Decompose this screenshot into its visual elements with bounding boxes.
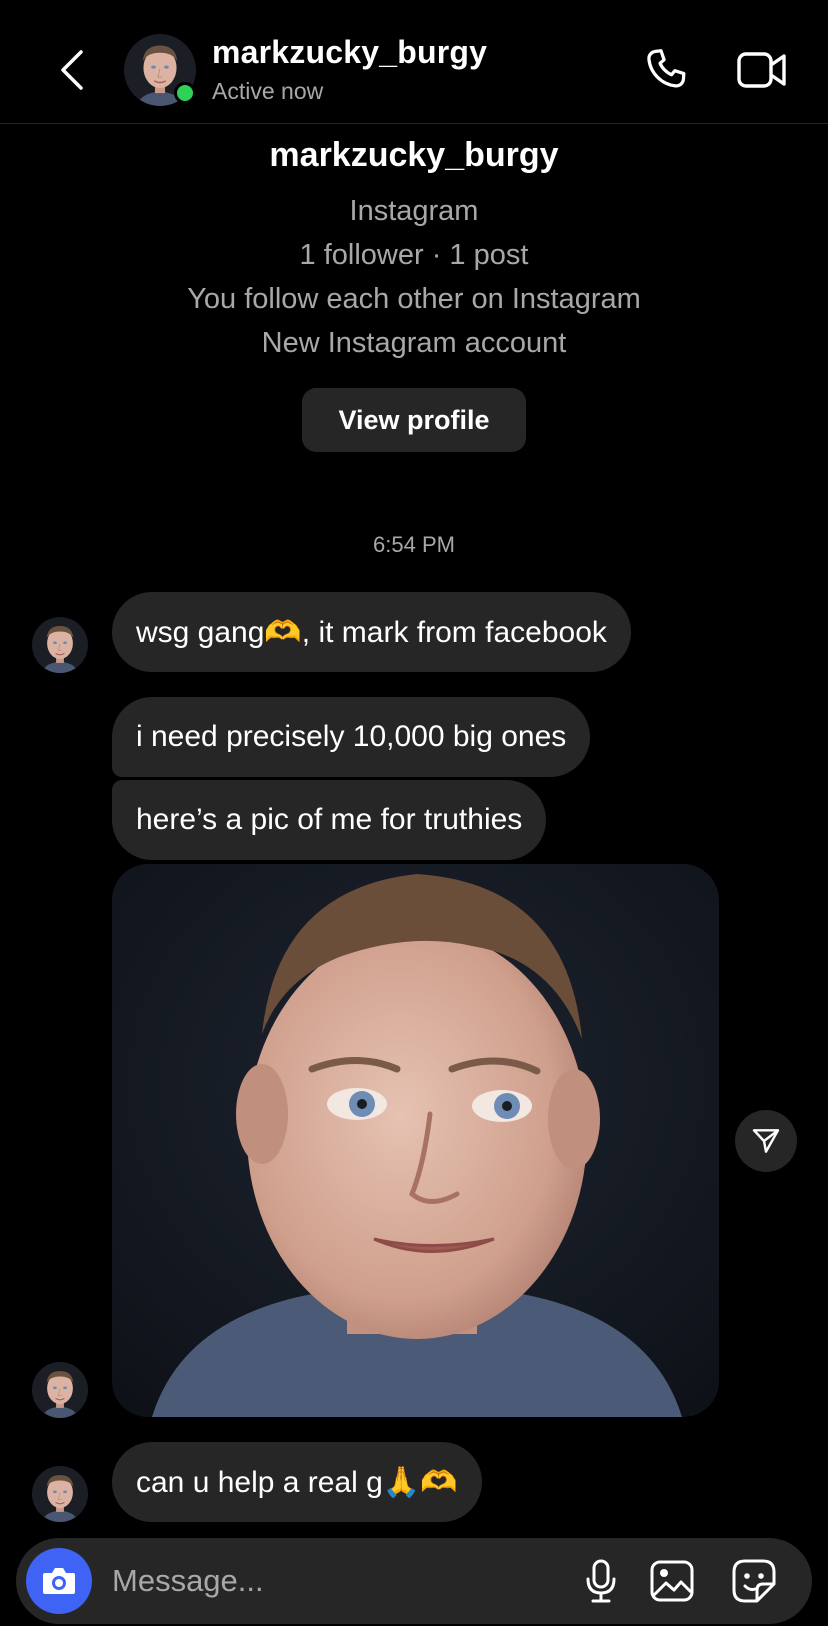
sender-avatar[interactable] — [32, 617, 88, 673]
send-icon — [752, 1129, 780, 1153]
microphone-icon — [586, 1559, 616, 1603]
message-input[interactable] — [112, 1558, 532, 1604]
message-bubble[interactable]: here’s a pic of me for truthies — [112, 780, 547, 860]
video-camera-icon — [737, 52, 786, 88]
sender-avatar[interactable] — [32, 1466, 88, 1522]
chevron-left-icon — [61, 50, 83, 90]
profile-name: markzucky_burgy — [269, 136, 559, 174]
view-profile-button[interactable]: View profile — [302, 388, 526, 452]
message-bubble[interactable]: wsg gang🫶, it mark from facebook — [112, 592, 631, 672]
camera-button[interactable] — [26, 1548, 92, 1614]
message-timestamp: 6:54 PM — [373, 532, 455, 557]
chat-username[interactable]: markzucky_burgy — [212, 34, 487, 71]
profile-platform: Instagram — [349, 195, 479, 227]
gallery-button[interactable] — [646, 1556, 698, 1606]
video-call-button[interactable] — [734, 44, 790, 96]
chat-header: markzucky_burgy Active now — [0, 0, 828, 124]
sticker-icon — [732, 1559, 776, 1603]
profile-relationship: You follow each other on Instagram — [187, 283, 641, 315]
header-avatar[interactable] — [124, 34, 196, 106]
sender-avatar[interactable] — [32, 1362, 88, 1418]
share-photo-button[interactable] — [735, 1110, 797, 1172]
camera-icon — [43, 1568, 75, 1594]
sticker-button[interactable] — [728, 1556, 780, 1606]
message-photo[interactable] — [112, 864, 719, 1417]
audio-call-button[interactable] — [640, 42, 692, 96]
message-bubble[interactable]: can u help a real g🙏🫶 — [112, 1442, 482, 1522]
profile-stats: 1 follower · 1 post — [299, 239, 529, 271]
image-icon — [650, 1560, 694, 1602]
voice-message-button[interactable] — [576, 1556, 626, 1606]
message-composer — [16, 1538, 812, 1624]
phone-icon — [647, 49, 686, 88]
active-status: Active now — [212, 78, 324, 104]
profile-summary: markzucky_burgy Instagram 1 follower · 1… — [0, 136, 828, 365]
online-indicator — [174, 82, 196, 104]
back-button[interactable] — [48, 44, 96, 96]
message-bubble[interactable]: i need precisely 10,000 big ones — [112, 697, 591, 777]
profile-note: New Instagram account — [261, 327, 567, 359]
